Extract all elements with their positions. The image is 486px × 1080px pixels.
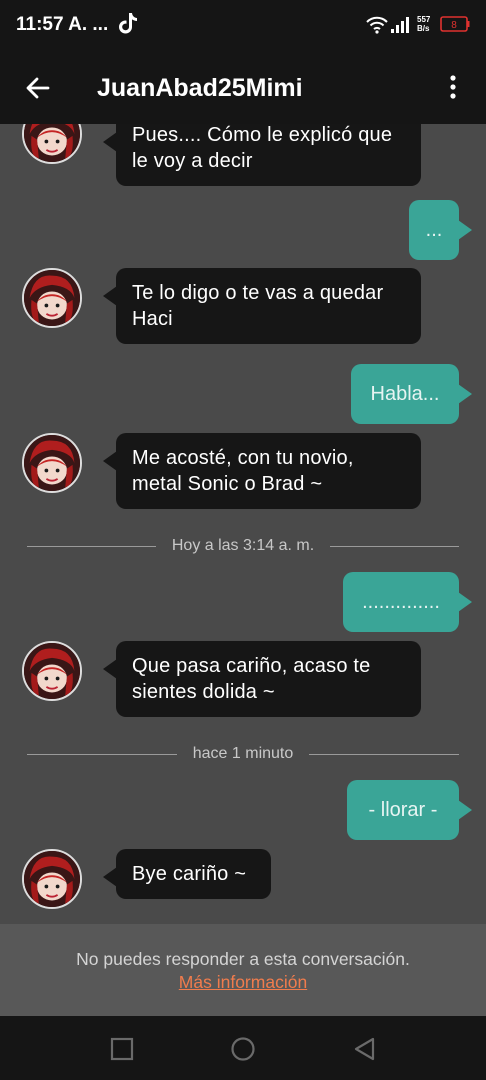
message-text: Bye cariño ~ bbox=[132, 863, 247, 885]
incoming-message[interactable]: Me acosté, con tu novio, metal Sonic o B… bbox=[103, 433, 421, 509]
incoming-message[interactable]: Pues.... Cómo le explicó que le voy a de… bbox=[103, 124, 421, 186]
wifi-icon bbox=[366, 16, 388, 34]
message-list[interactable]: Pues.... Cómo le explicó que le voy a de… bbox=[0, 124, 486, 924]
incoming-message[interactable]: Te lo digo o te vas a quedar Haci bbox=[103, 268, 421, 344]
tiktok-icon bbox=[119, 13, 137, 34]
avatar[interactable] bbox=[22, 433, 82, 493]
recents-square-icon[interactable] bbox=[109, 1036, 135, 1062]
outgoing-message[interactable]: ... bbox=[409, 200, 472, 260]
app-bar: JuanAbad25Mimi bbox=[0, 52, 486, 124]
status-bar: 11:57 A. ... 557 B/s 8 bbox=[0, 0, 486, 52]
message-text: Que pasa cariño, acaso te bbox=[132, 655, 371, 677]
divider-line bbox=[27, 753, 177, 755]
more-options-icon[interactable] bbox=[442, 72, 464, 102]
message-text: .............. bbox=[362, 591, 440, 613]
outgoing-message[interactable]: Habla... bbox=[351, 364, 472, 424]
outgoing-message[interactable]: - llorar - bbox=[347, 780, 472, 840]
incoming-message[interactable]: Que pasa cariño, acaso te sientes dolida… bbox=[103, 641, 421, 717]
message-text: ... bbox=[425, 219, 443, 241]
message-text: sientes dolida ~ bbox=[132, 681, 275, 703]
avatar[interactable] bbox=[22, 124, 82, 164]
divider-line bbox=[330, 545, 460, 547]
signal-icon bbox=[391, 17, 409, 33]
home-circle-icon[interactable] bbox=[230, 1036, 256, 1062]
message-text: Habla... bbox=[370, 383, 440, 405]
back-arrow-icon[interactable] bbox=[24, 74, 52, 102]
battery-level: 8 bbox=[451, 20, 457, 31]
message-text: le voy a decir bbox=[132, 150, 253, 172]
back-triangle-icon[interactable] bbox=[352, 1036, 378, 1062]
divider-line bbox=[27, 545, 156, 547]
message-text: metal Sonic o Brad ~ bbox=[132, 473, 323, 495]
network-speed-value: 557 bbox=[417, 15, 431, 24]
message-text: Pues.... Cómo le explicó que bbox=[132, 124, 393, 146]
more-info-link[interactable]: Más información bbox=[179, 972, 307, 992]
divider-label: Hoy a las 3:14 a. m. bbox=[171, 537, 315, 554]
divider-label: hace 1 minuto bbox=[192, 745, 294, 762]
avatar[interactable] bbox=[22, 641, 82, 701]
message-text: Haci bbox=[132, 308, 173, 330]
time-divider: hace 1 minuto bbox=[27, 744, 460, 764]
message-text: Te lo digo o te vas a quedar bbox=[132, 282, 384, 304]
battery-icon: 8 bbox=[440, 16, 470, 32]
avatar[interactable] bbox=[22, 268, 82, 328]
message-text: - llorar - bbox=[368, 799, 438, 821]
network-speed: 557 B/s bbox=[417, 15, 430, 33]
status-time: 11:57 A. ... bbox=[16, 14, 109, 35]
avatar[interactable] bbox=[22, 849, 82, 909]
incoming-message[interactable]: Bye cariño ~ bbox=[103, 849, 271, 899]
outgoing-message[interactable]: .............. bbox=[343, 572, 472, 632]
divider-line bbox=[309, 753, 460, 755]
date-divider: Hoy a las 3:14 a. m. bbox=[27, 536, 460, 556]
system-nav-bar bbox=[0, 1016, 486, 1080]
conversation-title: JuanAbad25Mimi bbox=[97, 74, 303, 102]
notice-text: No puedes responder a esta conversación. bbox=[76, 949, 410, 969]
message-text: Me acosté, con tu novio, bbox=[132, 447, 354, 469]
reply-disabled-notice: No puedes responder a esta conversación.… bbox=[0, 924, 486, 1016]
network-speed-unit: B/s bbox=[417, 24, 430, 33]
more-info-container: Más información bbox=[0, 972, 486, 993]
